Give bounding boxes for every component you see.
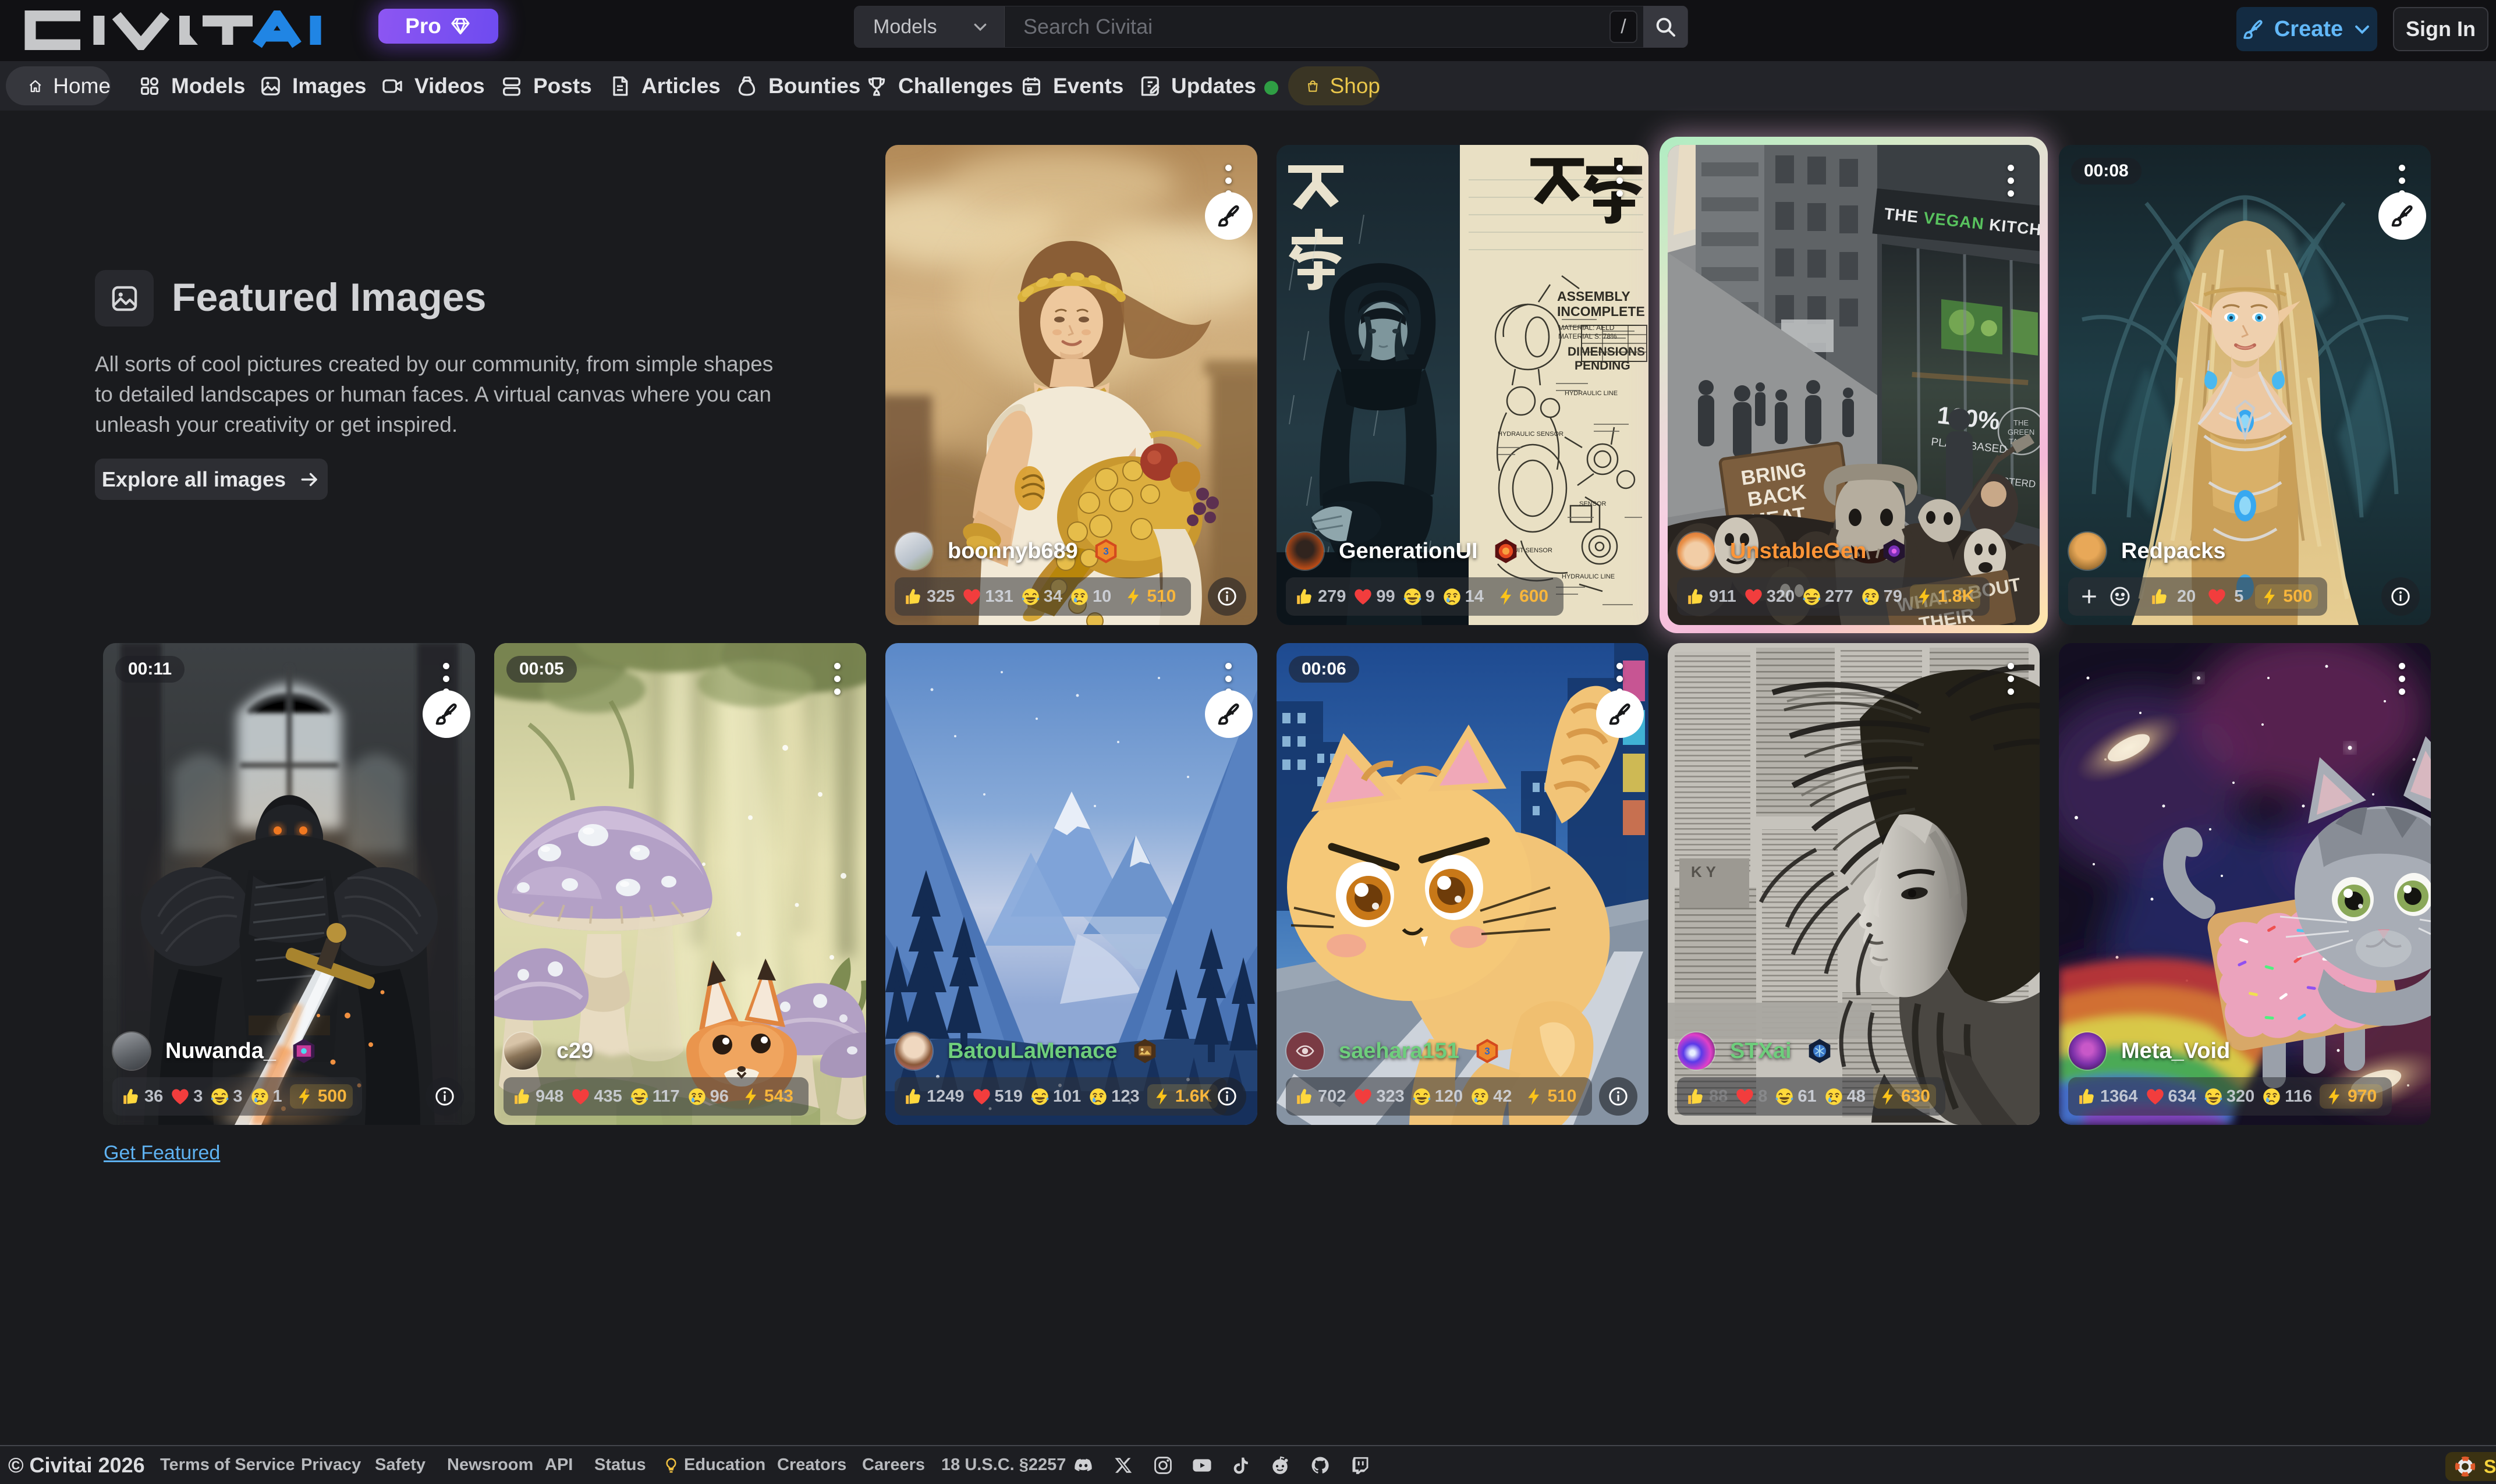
svg-text:MATERIAL S: 78%: MATERIAL S: 78%: [1558, 332, 1617, 340]
svg-text:HYDRAULIC LINE: HYDRAULIC LINE: [1565, 390, 1618, 397]
svg-text:SENSOR: SENSOR: [1579, 500, 1607, 507]
svg-text:K Y: K Y: [1691, 863, 1716, 881]
svg-text:HYDRAULIC SENSOR: HYDRAULIC SENSOR: [1498, 431, 1563, 438]
svg-text:INCOMPLETE: INCOMPLETE: [1557, 304, 1645, 319]
svg-text:THE: THE: [2013, 418, 2029, 427]
svg-text:GREEN: GREEN: [2008, 428, 2034, 436]
svg-text:HYDRAULIC LINE: HYDRAULIC LINE: [1562, 573, 1615, 580]
svg-text:ASSEMBLY: ASSEMBLY: [1557, 289, 1630, 304]
